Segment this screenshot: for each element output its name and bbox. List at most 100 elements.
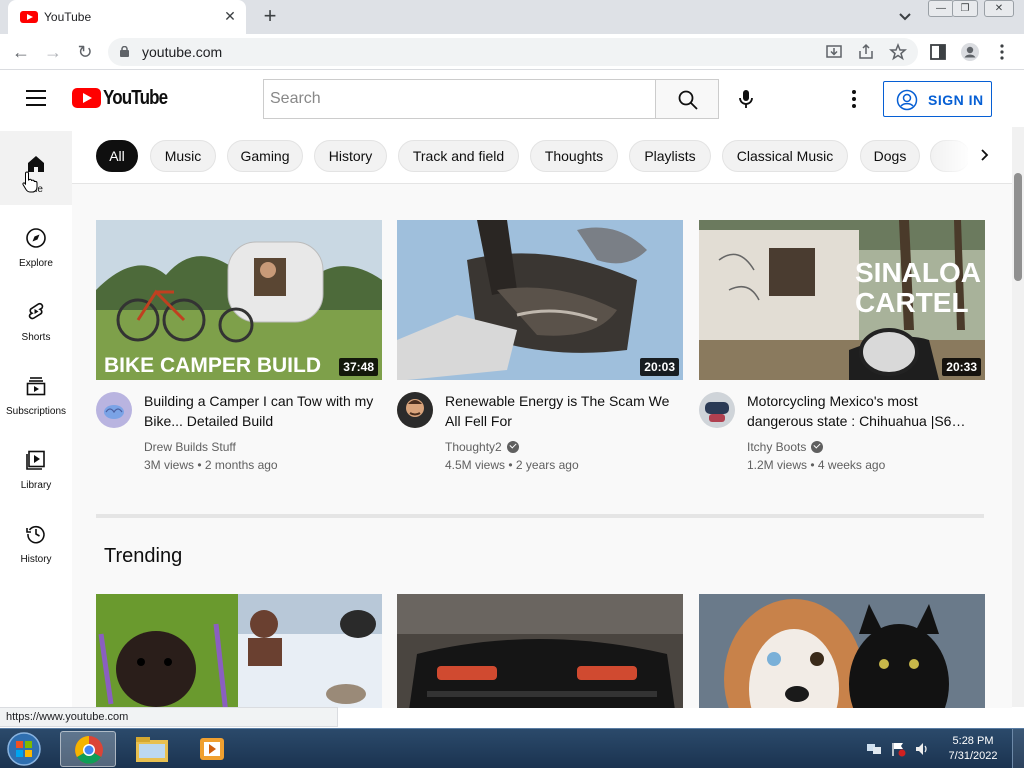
- channel-avatar[interactable]: [96, 392, 132, 428]
- lock-icon[interactable]: [120, 46, 129, 57]
- guide-menu-icon[interactable]: [26, 90, 46, 106]
- youtube-play-logo-icon: [72, 88, 101, 108]
- guide-label-shorts: Shorts: [21, 332, 51, 343]
- helmet-avatar-icon: [699, 392, 735, 428]
- batmobile-thumbnail-image: [397, 594, 683, 708]
- verified-badge-icon: [811, 441, 824, 453]
- history-icon: [26, 525, 45, 544]
- profile-avatar-icon[interactable]: [960, 42, 980, 62]
- volume-icon[interactable]: [914, 741, 930, 757]
- taskbar-explorer[interactable]: [124, 731, 180, 767]
- view-count: 4.5M views: [445, 458, 506, 472]
- taskbar-chrome[interactable]: [60, 731, 116, 767]
- search-icon: [678, 90, 698, 110]
- video-thumbnail[interactable]: BIKE CAMPER BUILD 37:48: [96, 220, 382, 380]
- account-circle-icon: [896, 89, 918, 111]
- address-bar[interactable]: youtube.com: [108, 38, 918, 66]
- section-divider: [96, 514, 984, 518]
- sign-in-button[interactable]: SIGN IN: [883, 81, 992, 117]
- tab-search-chevron-icon[interactable]: [896, 8, 914, 26]
- chip-thoughts[interactable]: Thoughts: [530, 140, 618, 172]
- share-icon[interactable]: [856, 42, 876, 62]
- bookmark-star-icon[interactable]: [888, 42, 908, 62]
- new-tab-button[interactable]: +: [258, 5, 282, 29]
- status-url-bubble: https://www.youtube.com: [0, 707, 338, 727]
- hand-cursor-icon: [22, 171, 38, 193]
- chip-playlists[interactable]: Playlists: [629, 140, 711, 172]
- upload-age: 2 years ago: [515, 458, 579, 472]
- video-thumbnail[interactable]: SINALOA CARTEL 20:33: [699, 220, 985, 380]
- channel-avatar[interactable]: [397, 392, 433, 428]
- sign-in-label: SIGN IN: [928, 92, 984, 108]
- browser-tab-youtube[interactable]: YouTube ✕: [8, 0, 246, 34]
- channel-name-text: Thoughty2: [445, 440, 502, 454]
- settings-more-icon[interactable]: [842, 87, 866, 111]
- close-window-button[interactable]: ✕: [984, 0, 1014, 17]
- guide-item-subscriptions[interactable]: Subscriptions: [0, 353, 72, 427]
- left-guide: me Explore Shorts Subscriptions Library …: [0, 127, 72, 707]
- action-center-flag-icon[interactable]: [890, 741, 906, 757]
- network-icon[interactable]: [866, 741, 882, 757]
- video-title[interactable]: Motorcycling Mexico's most dangerous sta…: [747, 391, 977, 431]
- youtube-logo-text: YouTube: [103, 87, 168, 109]
- guide-item-explore[interactable]: Explore: [0, 205, 72, 279]
- chip-track-and-field[interactable]: Track and field: [398, 140, 519, 172]
- subscriptions-icon: [26, 377, 46, 396]
- video-duration: 20:33: [942, 358, 981, 376]
- chip-all[interactable]: All: [96, 140, 138, 172]
- brain-avatar-icon: [104, 405, 124, 419]
- system-clock[interactable]: 5:28 PM 7/31/2022: [938, 734, 1008, 764]
- chip-gaming[interactable]: Gaming: [227, 140, 303, 172]
- browser-toolbar: ← → ↻ youtube.com: [0, 34, 1024, 70]
- start-button-icon[interactable]: [4, 731, 44, 767]
- taskbar-media-player[interactable]: [184, 731, 240, 767]
- guide-item-shorts[interactable]: Shorts: [0, 279, 72, 353]
- video-thumbnail[interactable]: 20:03: [397, 220, 683, 380]
- restore-button[interactable]: ❐: [952, 0, 978, 17]
- chip-classical-music[interactable]: Classical Music: [722, 140, 848, 172]
- trending-thumbnail[interactable]: [96, 594, 382, 708]
- trending-title: Trending: [104, 545, 183, 567]
- chip-history[interactable]: History: [314, 140, 387, 172]
- chips-next-button[interactable]: [968, 139, 1002, 173]
- trending-thumbnail[interactable]: the: [699, 594, 985, 708]
- back-button[interactable]: ←: [10, 41, 32, 63]
- upload-age: 4 weeks ago: [817, 458, 886, 472]
- video-title[interactable]: Building a Camper I can Tow with my Bike…: [144, 391, 374, 431]
- microphone-icon[interactable]: [734, 87, 758, 111]
- video-title[interactable]: Renewable Energy is The Scam We All Fell…: [445, 391, 675, 431]
- clock-date: 7/31/2022: [948, 750, 998, 762]
- sinaloa-cartel-thumbnail-image: SINALOA CARTEL: [699, 220, 985, 380]
- close-tab-icon[interactable]: ✕: [222, 8, 238, 24]
- minimize-button[interactable]: —: [928, 0, 954, 17]
- guide-item-library[interactable]: Library: [0, 427, 72, 501]
- channel-name[interactable]: Itchy Boots: [747, 440, 824, 454]
- verified-badge-icon: [506, 441, 519, 453]
- install-app-icon[interactable]: [824, 42, 844, 62]
- chip-music[interactable]: Music: [150, 140, 216, 172]
- reload-button[interactable]: ↻: [74, 41, 96, 63]
- video-meta: 4.5M views • 2 years ago: [445, 458, 579, 472]
- channel-name[interactable]: Drew Builds Stuff: [144, 440, 236, 454]
- youtube-logo[interactable]: YouTube: [72, 87, 172, 110]
- scrollbar-thumb[interactable]: [1014, 173, 1022, 281]
- page-scrollbar[interactable]: [1012, 127, 1024, 707]
- bike-camper-thumbnail-image: BIKE CAMPER BUILD: [96, 220, 382, 380]
- channel-name[interactable]: Thoughty2: [445, 440, 519, 454]
- search-button[interactable]: [655, 79, 719, 119]
- guide-item-home[interactable]: me: [0, 131, 72, 205]
- video-duration: 20:03: [640, 358, 679, 376]
- thumb-text-3-line1: SINALOA: [855, 257, 981, 288]
- search-input[interactable]: [263, 79, 656, 119]
- chip-dogs[interactable]: Dogs: [860, 140, 920, 172]
- browser-menu-icon[interactable]: [992, 42, 1012, 62]
- show-desktop-button[interactable]: [1012, 729, 1024, 768]
- side-panel-icon[interactable]: [928, 42, 948, 62]
- chips-fade: [932, 127, 972, 183]
- guide-item-history[interactable]: History: [0, 501, 72, 575]
- upload-age: 2 months ago: [204, 458, 278, 472]
- channel-avatar[interactable]: [699, 392, 735, 428]
- trending-thumbnail[interactable]: [397, 594, 683, 708]
- forward-button[interactable]: →: [42, 41, 64, 63]
- view-count: 3M views: [144, 458, 195, 472]
